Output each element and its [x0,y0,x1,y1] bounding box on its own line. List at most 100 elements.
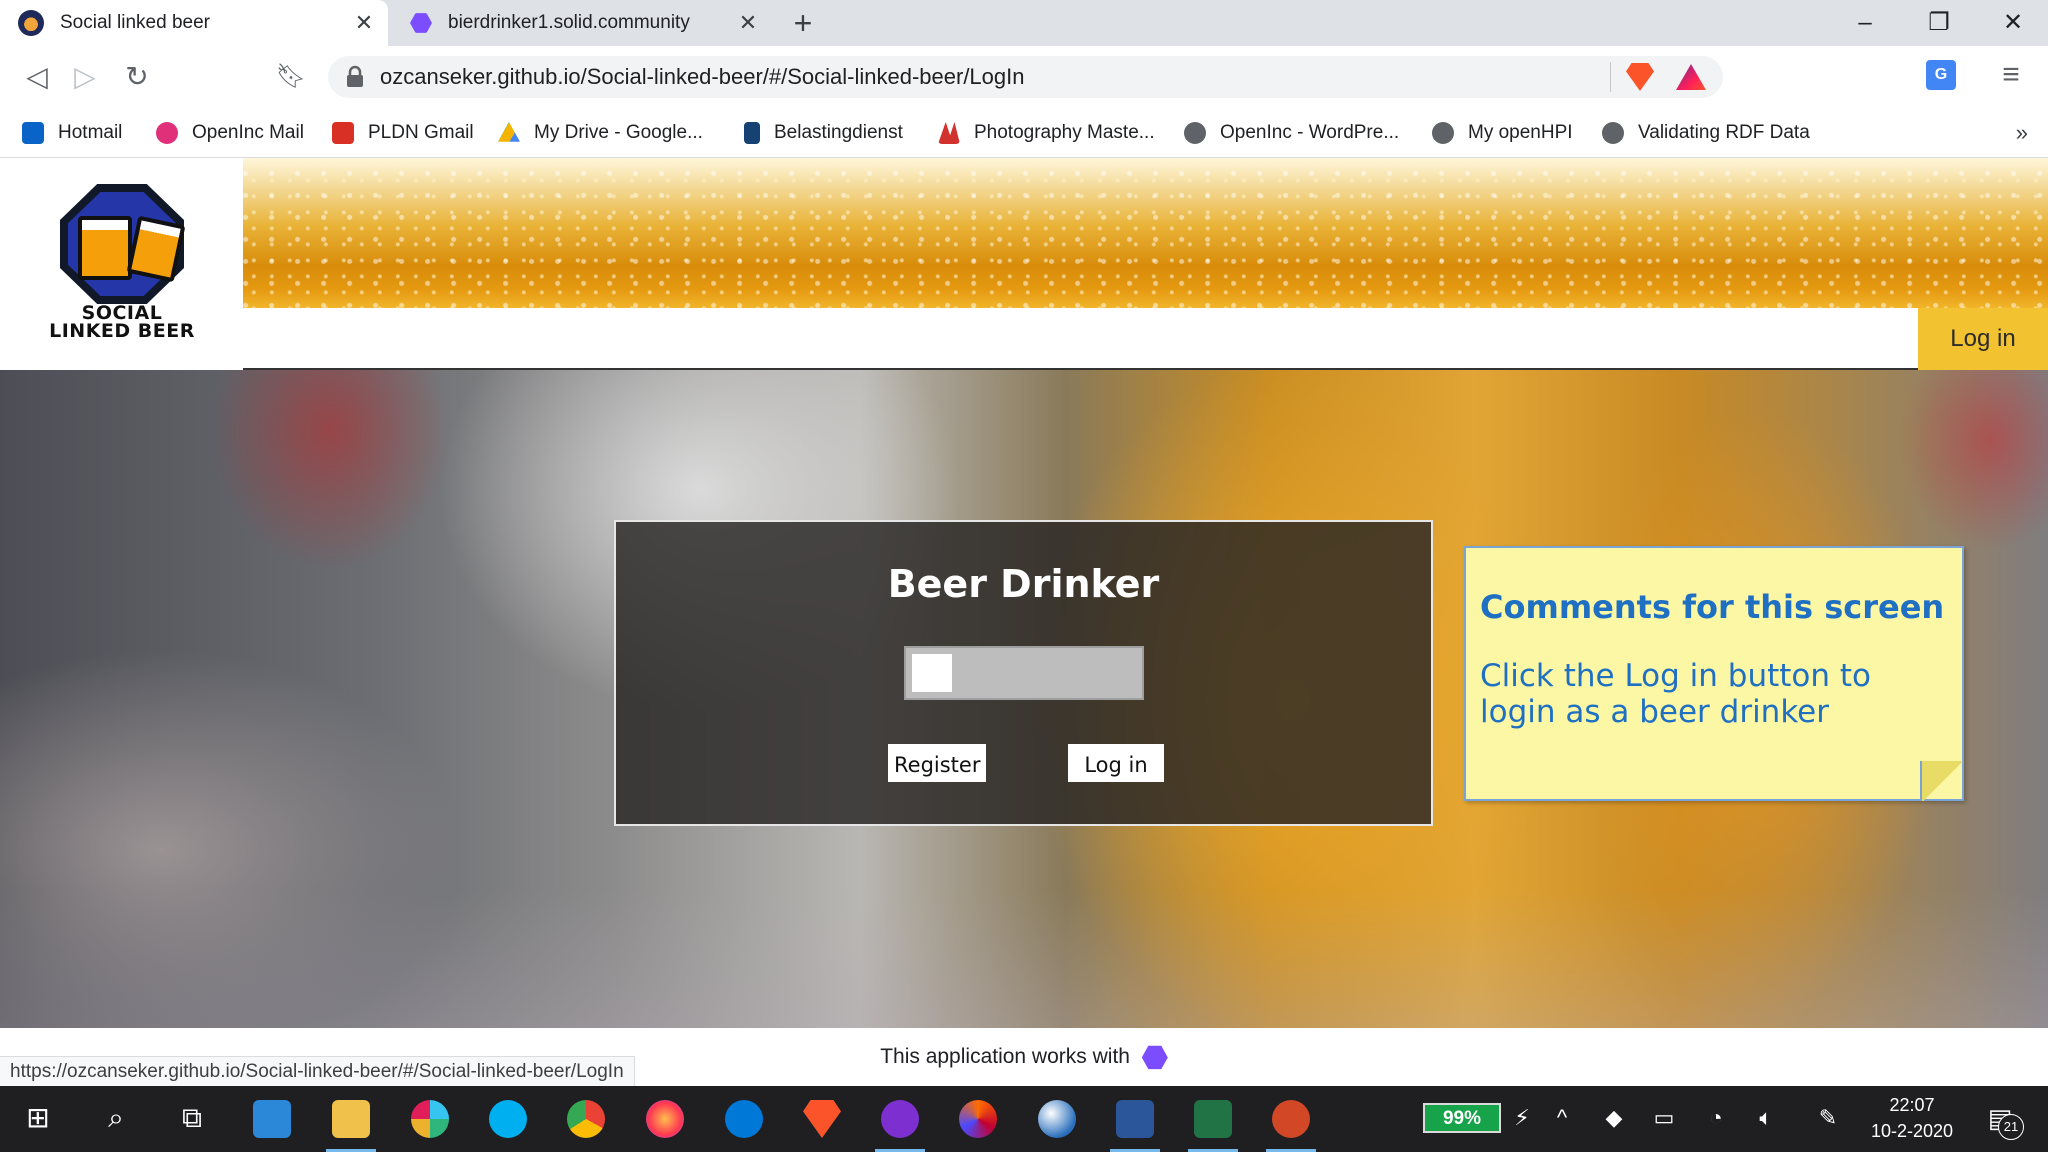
pen-icon[interactable]: ✎ [1812,1098,1844,1138]
bookmark-label: Validating RDF Data [1638,122,1810,143]
note-fold [1920,761,1964,801]
globe-app-icon[interactable] [1038,1100,1076,1138]
tor-icon[interactable] [875,1100,925,1152]
bookmark-openinc-wordpress[interactable]: OpenInc - WordPre... [1184,108,1399,158]
login-button[interactable]: Log in [1068,744,1164,782]
close-tab-icon[interactable]: ✕ [352,11,376,35]
reload-icon[interactable]: ↻ [118,58,156,96]
new-tab-icon[interactable]: + [786,6,820,40]
bookmark-validating-rdf[interactable]: Validating RDF Data [1602,108,1810,158]
minimize-icon[interactable]: – [1830,0,1900,46]
volume-icon[interactable]: 🔈︎ [1750,1098,1782,1138]
solid-logo-icon[interactable] [1141,1045,1168,1070]
windows-start-icon[interactable]: ⊞ [18,1098,58,1138]
nav-login-button[interactable]: Log in [1918,308,2048,370]
system-clock[interactable]: 22:07 10-2-2020 [1858,1092,1966,1144]
brave-rewards-icon[interactable] [1676,64,1706,90]
word-icon[interactable] [1110,1100,1160,1152]
powerpoint-icon[interactable] [1266,1100,1316,1152]
bookmark-pldn-gmail[interactable]: PLDN Gmail [332,108,474,158]
identity-provider-select[interactable] [904,646,1144,700]
back-icon[interactable]: ◁ [18,58,56,96]
edge-icon[interactable] [725,1100,763,1138]
power-plug-icon: ⚡︎ [1514,1105,1530,1130]
hero-fade [0,890,2048,1028]
beer-foam-banner [243,158,2048,308]
excel-icon[interactable] [1188,1100,1238,1152]
more-bookmarks-icon[interactable]: » [2016,108,2028,158]
bookmark-label: Photography Maste... [974,122,1155,143]
belastingdienst-icon [744,122,760,144]
bookmark-label: Hotmail [58,122,123,143]
translate-extension-icon[interactable]: G [1926,60,1956,90]
slack-icon[interactable] [411,1100,449,1138]
firefox-icon[interactable] [646,1100,684,1138]
status-bar-url: https://ozcanseker.github.io/Social-link… [0,1056,635,1087]
site-header: SOCIAL LINKED BEER Log in [0,158,2048,370]
footer-text: This application works with [880,1045,1130,1068]
bookmark-label: My Drive - Google... [534,122,703,143]
battery-icon[interactable]: ▭ [1648,1098,1680,1138]
tab-bierdrinker[interactable]: bierdrinker1.solid.community ✕ [392,0,772,46]
file-explorer-icon[interactable] [326,1100,376,1152]
site-logo[interactable]: SOCIAL LINKED BEER [0,158,243,368]
tab-social-linked-beer[interactable]: Social linked beer ✕ [0,0,388,46]
taskbar: ⊞ ⌕ ⧉ 99% ⚡︎ ^ ◆ ▭ ◔ 🔈︎ ✎ 22:07 10-2-202… [0,1086,2048,1152]
restore-icon[interactable]: ❐ [1904,0,1974,46]
bookmark-photography[interactable]: Photography Maste... [938,108,1155,158]
address-bar[interactable]: ozcanseker.github.io/Social-linked-beer/… [328,56,1723,98]
logo-text-line: LINKED BEER [49,320,195,342]
mail-icon [156,122,178,144]
tab-title: bierdrinker1.solid.community [448,12,690,33]
wifi-icon[interactable]: ◔ [1700,1098,1732,1138]
window-close-icon[interactable]: ✕ [1978,0,2048,46]
search-icon[interactable]: ⌕ [96,1098,136,1138]
forward-icon[interactable]: ▷ [66,58,104,96]
nav-bar [243,308,2048,370]
chrome-icon[interactable] [567,1100,605,1138]
bookmark-my-openhpi[interactable]: My openHPI [1432,108,1573,158]
task-view-icon[interactable]: ⧉ [172,1098,212,1138]
bookmark-label: Belastingdienst [774,122,903,143]
gmail-icon [332,122,354,144]
globe-icon [1602,122,1624,144]
lock-icon [347,65,363,87]
login-title: Beer Drinker [887,562,1160,606]
brave-shields-icon[interactable] [1626,63,1654,91]
beer-favicon-icon [18,10,44,36]
brave-icon[interactable] [803,1100,841,1138]
bookmark-label: PLDN Gmail [368,122,474,143]
notifications-icon[interactable]: ▤21 [1978,1098,2024,1140]
bookmark-label: OpenInc Mail [192,122,304,143]
bookmark-icon[interactable]: 🔖︎ [272,58,310,96]
bookmark-hotmail[interactable]: Hotmail [22,108,122,158]
logo-text: SOCIAL LINKED BEER [34,304,210,342]
input-knob [912,654,952,692]
clock-date: 10-2-2020 [1870,1121,1954,1141]
note-title: Comments for this screen [1480,588,1945,626]
app-icon[interactable] [959,1100,997,1138]
globe-icon [1432,122,1454,144]
bookmark-openinc-mail[interactable]: OpenInc Mail [156,108,304,158]
chevron-up-icon[interactable]: ^ [1546,1098,1578,1138]
browser-toolbar: ◁ ▷ ↻ 🔖︎ ozcanseker.github.io/Social-lin… [0,46,2048,108]
notification-count: 21 [1998,1114,2024,1140]
browser-menu-icon[interactable]: ≡ [1996,58,2026,92]
beer-mug-icon [78,216,132,280]
bookmark-label: My openHPI [1468,122,1573,143]
tab-title: Social linked beer [60,12,210,33]
login-panel: Beer Drinker Register Log in [614,520,1433,826]
store-icon[interactable] [253,1100,291,1138]
battery-indicator[interactable]: 99% [1423,1103,1501,1133]
bookmark-belastingdienst[interactable]: Belastingdienst [744,108,903,158]
register-button[interactable]: Register [888,744,986,782]
address-url[interactable]: ozcanseker.github.io/Social-linked-beer/… [380,56,1025,98]
note-body: Click the Log in button to login as a be… [1480,658,1872,730]
bookmark-my-drive[interactable]: My Drive - Google... [498,108,703,158]
dropbox-icon[interactable]: ◆ [1598,1098,1630,1138]
close-tab-icon[interactable]: ✕ [736,11,760,35]
comment-note: Comments for this screen Click the Log i… [1464,546,1964,801]
clock-time: 22:07 [1889,1095,1935,1115]
skype-icon[interactable] [489,1100,527,1138]
bookmarks-bar: Hotmail OpenInc Mail PLDN Gmail My Drive… [0,108,2048,158]
